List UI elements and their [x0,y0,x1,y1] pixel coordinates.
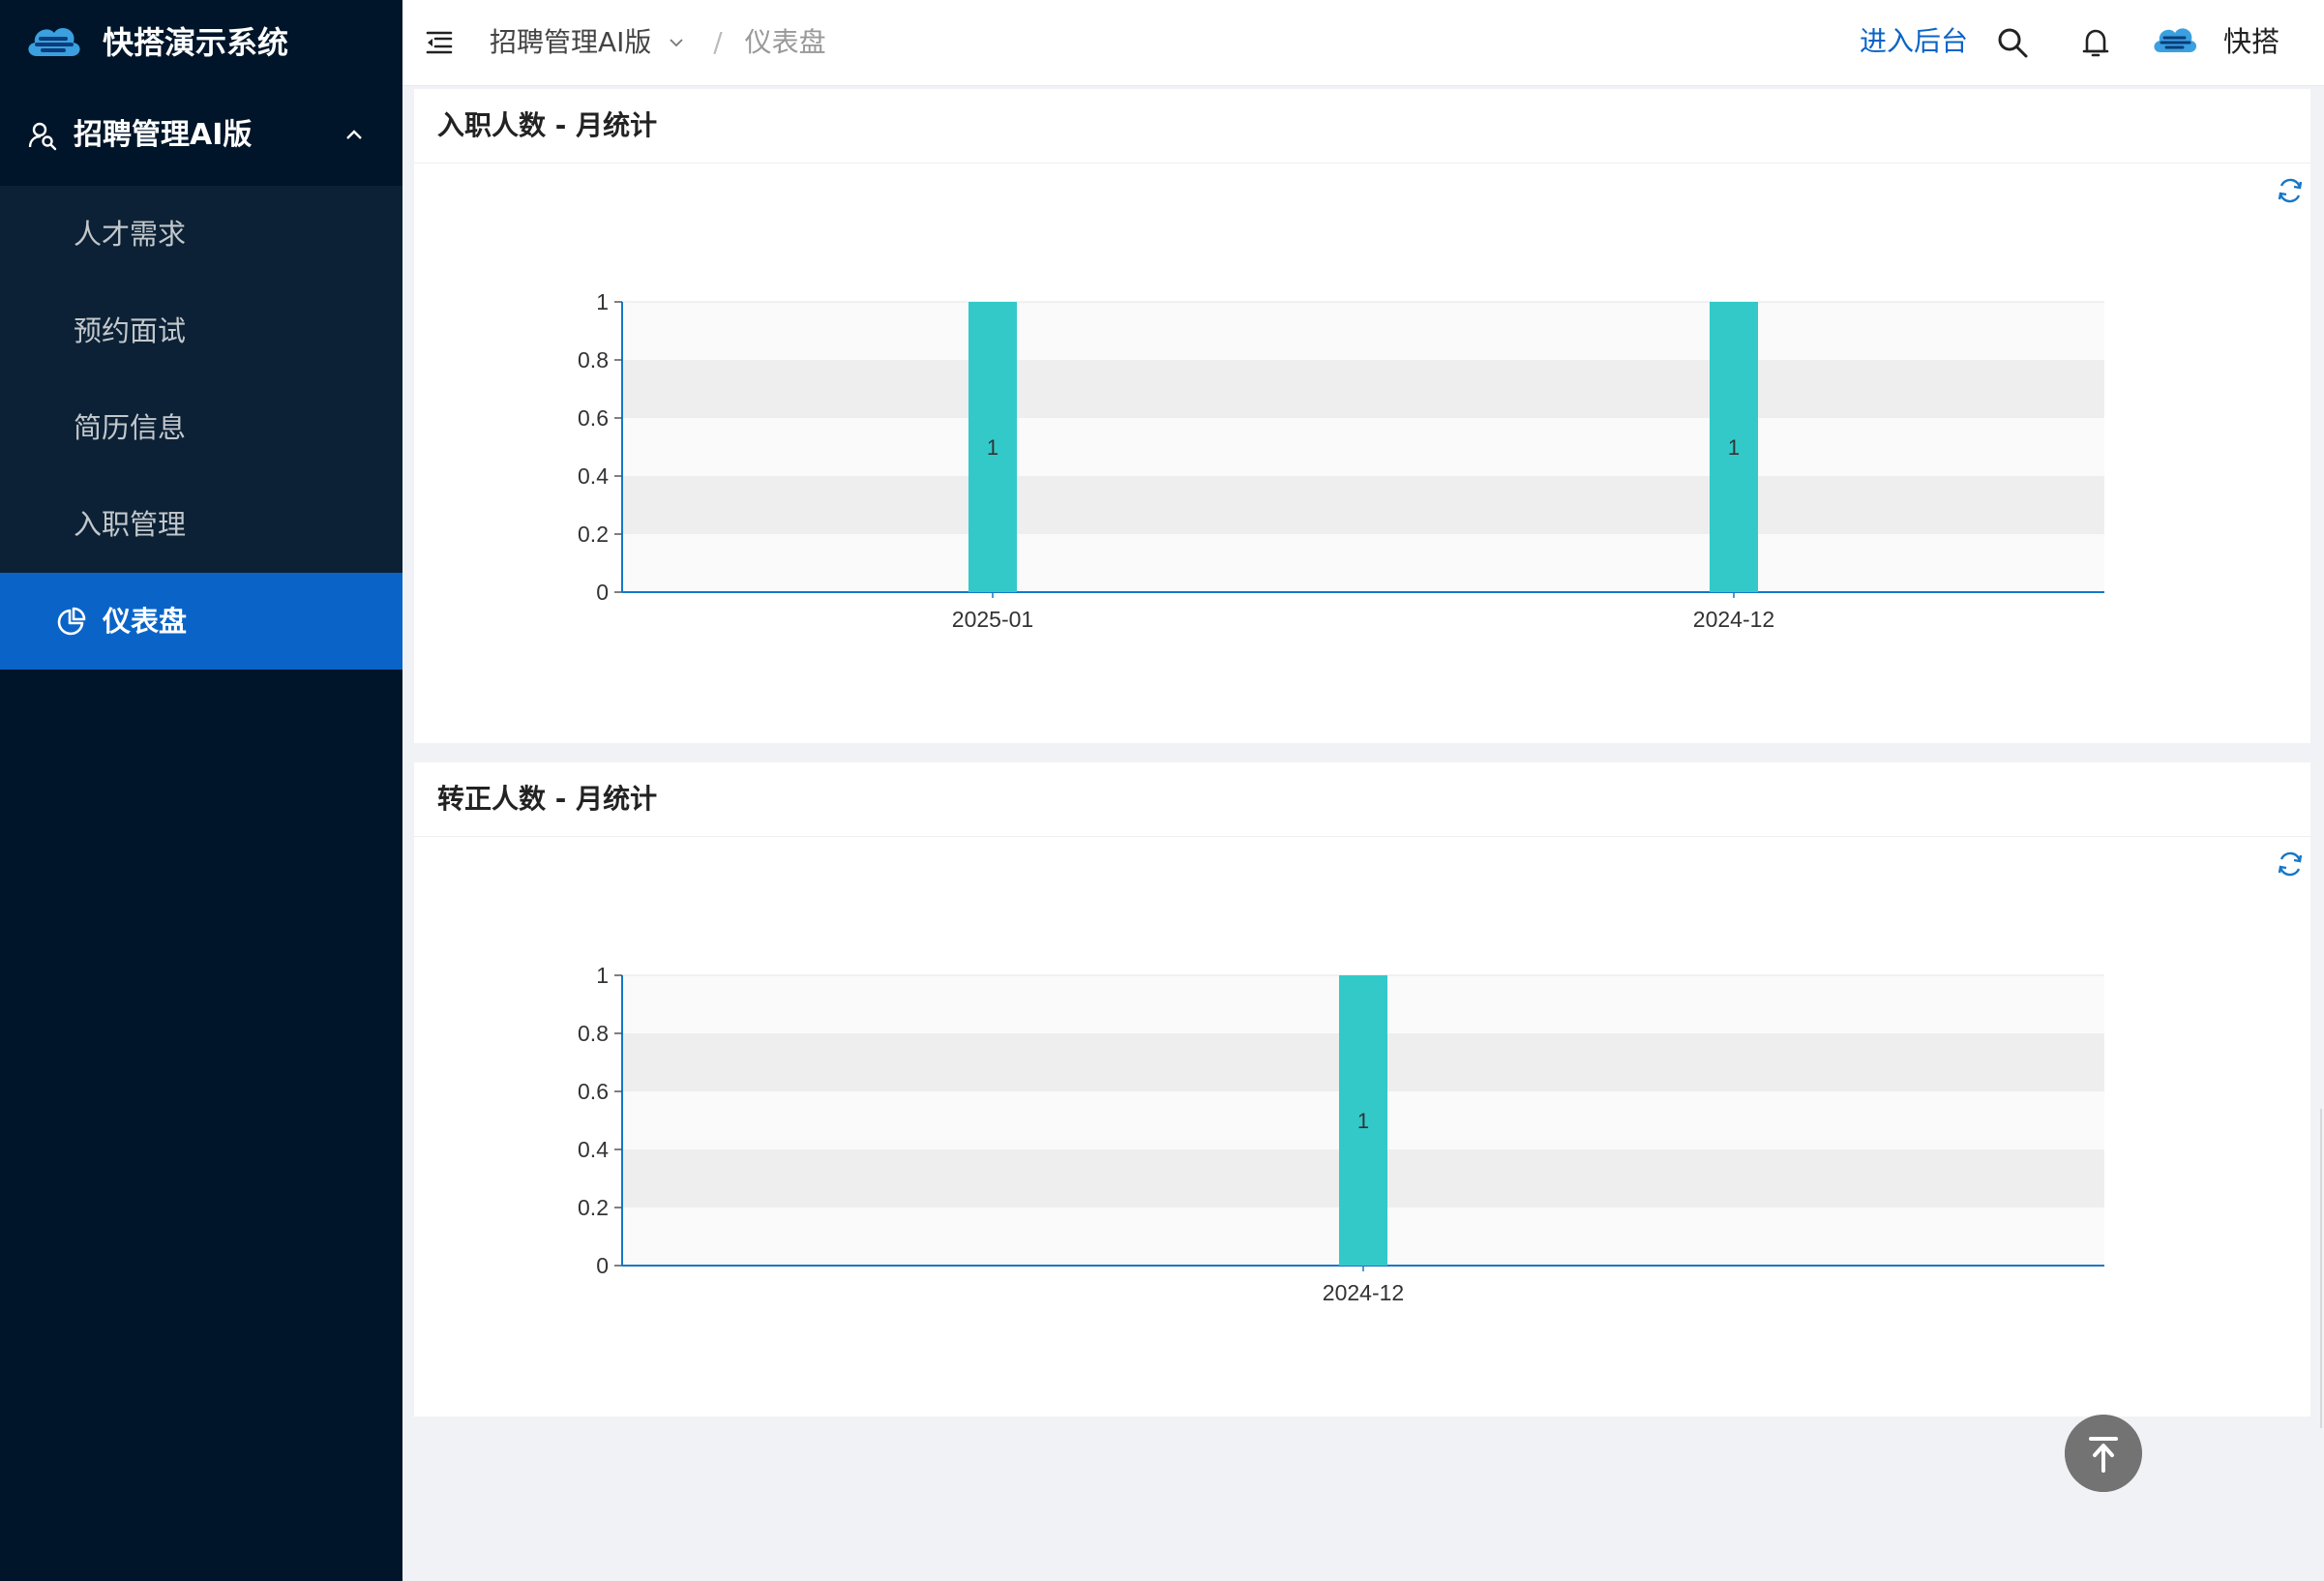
brand[interactable]: 快搭演示系统 [0,0,402,85]
breadcrumb-separator: / [713,26,723,58]
sidebar-item-label: 入职管理 [74,508,187,541]
data-label: 1 [1728,435,1740,460]
pie-chart-icon [57,607,86,636]
user-search-icon [28,122,57,151]
breadcrumb-root[interactable]: 招聘管理AI版 [490,1,651,84]
sidebar-item-resume[interactable]: 简历信息 [0,379,402,476]
bar-chart-regularization: 0 0.2 0.4 0.6 0.8 1 1 2024-12 [578,963,2104,1305]
grid-band [622,302,2104,360]
sidebar-item-interview[interactable]: 预约面试 [0,283,402,379]
grid-band [622,360,2104,418]
grid-band [622,418,2104,476]
sidebar-item-label: 仪表盘 [103,605,188,638]
sidebar-item-onboarding[interactable]: 入职管理 [0,476,402,573]
data-label: 1 [1357,1109,1369,1133]
y-tick-label: 0.4 [578,463,609,489]
chart-card-onboarding: 入职人数 - 月统计 0 0.2 0.4 0.6 0.8 1 1 2025-01 1 2024-1… [414,89,2310,743]
sidebar-item-label: 人才需求 [74,218,187,251]
y-tick-label: 0.2 [578,522,609,547]
menu-fold-icon[interactable] [424,27,455,58]
x-tick-label: 2024-12 [1323,1280,1404,1305]
sidebar-item-dashboard[interactable]: 仪表盘 [0,573,402,670]
chevron-up-icon [346,130,362,139]
sidebar-item-label: 预约面试 [74,314,187,347]
y-tick-label: 0.8 [578,347,609,373]
user-name[interactable]: 快搭 [2223,0,2279,83]
back-to-top-button[interactable] [2065,1415,2142,1492]
breadcrumb-current: 仪表盘 [744,26,826,58]
y-tick-label: 0.6 [578,1079,609,1104]
brand-title: 快搭演示系统 [103,24,289,61]
y-tick-label: 1 [596,963,609,988]
sidebar: 快搭演示系统 招聘管理AI版 人才需求 预约面试 简历信息 入职管理 仪表盘 [0,0,402,1581]
grid-band [622,534,2104,592]
data-label: 1 [987,435,998,460]
search-icon[interactable] [1995,25,2030,60]
y-tick-label: 0 [596,580,609,605]
enter-admin-link[interactable]: 进入后台 [1860,0,1968,83]
y-tick-label: 1 [596,289,609,314]
bar-chart-onboarding: 0 0.2 0.4 0.6 0.8 1 1 2025-01 1 2024-12 [578,289,2104,632]
y-tick-label: 0.2 [578,1195,609,1220]
chart-card-regularization: 转正人数 - 月统计 0 0.2 0.4 0.6 0.8 1 1 2024-12 [414,762,2310,1417]
sidebar-item-label: 简历信息 [74,411,187,444]
x-tick-label: 2025-01 [952,607,1033,632]
bell-icon[interactable] [2078,25,2113,60]
cloud-logo-icon [28,28,80,56]
top-header: 招聘管理AI版 / 仪表盘 进入后台 快搭 [402,0,2324,86]
menu-group-label: 招聘管理AI版 [74,118,253,152]
y-tick-label: 0 [596,1253,609,1278]
menu-group-recruit[interactable]: 招聘管理AI版 [0,89,402,182]
submenu: 人才需求 预约面试 简历信息 入职管理 仪表盘 [0,186,402,670]
scrollbar[interactable] [2320,1109,2322,1428]
sidebar-item-talent-demand[interactable]: 人才需求 [0,186,402,283]
breadcrumb: 招聘管理AI版 / 仪表盘 [490,0,826,84]
y-tick-label: 0.4 [578,1137,609,1162]
grid-band [622,476,2104,534]
x-tick-label: 2024-12 [1693,607,1774,632]
chevron-down-icon[interactable] [668,34,685,51]
y-tick-label: 0.6 [578,405,609,431]
avatar[interactable] [2150,19,2200,62]
y-tick-label: 0.8 [578,1021,609,1046]
